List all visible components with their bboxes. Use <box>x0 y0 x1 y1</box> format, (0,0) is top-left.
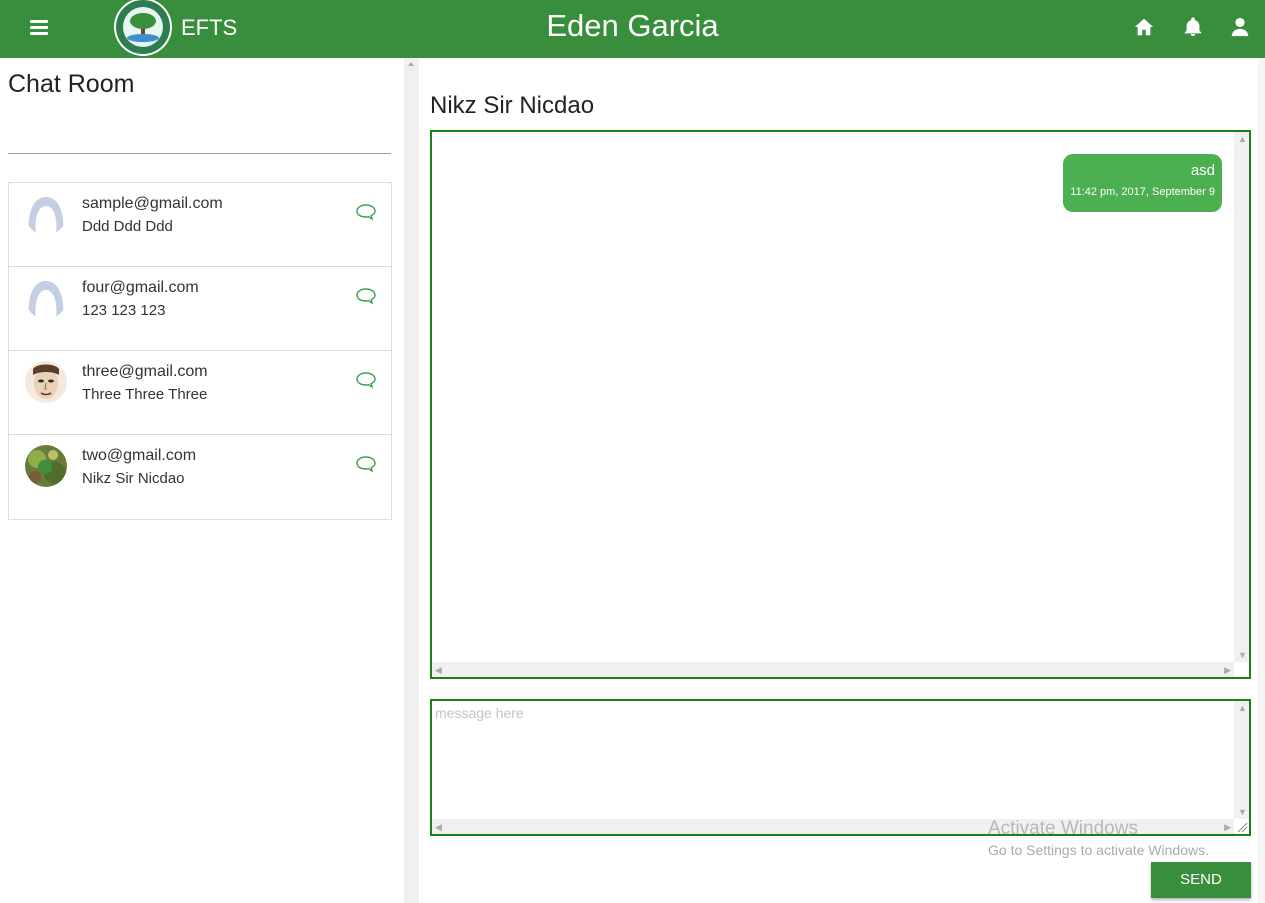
vertical-scrollbar[interactable]: ▲ ▼ <box>1234 701 1249 819</box>
horizontal-scrollbar[interactable]: ◀ ▶ <box>432 662 1234 677</box>
message-bubble: asd 11:42 pm, 2017, September 9 <box>1063 154 1222 212</box>
message-text: asd <box>1190 162 1215 179</box>
contact-email: two@gmail.com <box>82 447 197 464</box>
conversation-title: Nikz Sir Nicdao <box>430 92 595 119</box>
contact-email: four@gmail.com <box>82 279 199 296</box>
avatar <box>25 193 67 235</box>
contact-item[interactable]: two@gmail.com Nikz Sir Nicdao <box>9 435 391 519</box>
avatar <box>25 445 67 487</box>
contact-email: sample@gmail.com <box>82 195 223 212</box>
conversation-panel: Nikz Sir Nicdao asd 11:42 pm, 2017, Sept… <box>419 58 1265 903</box>
chat-room-title: Chat Room <box>8 70 135 98</box>
top-app-bar: EFTS Eden Garcia <box>0 0 1265 58</box>
contact-name: 123 123 123 <box>82 302 166 319</box>
page-scrollbar[interactable] <box>1258 58 1265 903</box>
home-icon[interactable] <box>1133 16 1155 38</box>
chat-bubble-icon[interactable] <box>356 287 376 305</box>
avatar <box>25 361 67 403</box>
send-button[interactable]: SEND <box>1151 862 1251 898</box>
windows-activation-watermark: Activate Windows Go to Settings to activ… <box>988 818 1209 858</box>
contact-item[interactable]: four@gmail.com 123 123 123 <box>9 267 391 351</box>
contact-item[interactable]: three@gmail.com Three Three Three <box>9 351 391 435</box>
contact-item[interactable]: sample@gmail.com Ddd Ddd Ddd <box>9 183 391 267</box>
contact-name: Three Three Three <box>82 386 208 403</box>
chat-bubble-icon[interactable] <box>356 203 376 221</box>
avatar <box>25 277 67 319</box>
panel-scrollbar[interactable] <box>404 58 419 903</box>
resize-handle-icon[interactable] <box>1234 819 1249 834</box>
message-list: asd 11:42 pm, 2017, September 9 ▲ ▼ ◀ ▶ <box>430 130 1251 679</box>
message-input[interactable] <box>432 701 1234 819</box>
contact-list: sample@gmail.com Ddd Ddd Ddd four@gmail.… <box>8 182 392 520</box>
vertical-scrollbar[interactable]: ▲ ▼ <box>1234 132 1249 662</box>
message-composer: ▲ ▼ ◀ ▶ <box>430 699 1251 836</box>
chat-bubble-icon[interactable] <box>356 455 376 473</box>
watermark-title: Activate Windows <box>988 818 1138 839</box>
contact-name: Ddd Ddd Ddd <box>82 218 173 235</box>
message-timestamp: 11:42 pm, 2017, September 9 <box>1070 186 1215 198</box>
divider <box>8 153 391 154</box>
contact-email: three@gmail.com <box>82 363 208 380</box>
bell-icon[interactable] <box>1182 16 1204 38</box>
page-title: Eden Garcia <box>546 8 719 43</box>
contact-name: Nikz Sir Nicdao <box>82 470 185 487</box>
user-icon[interactable] <box>1229 16 1251 38</box>
chat-bubble-icon[interactable] <box>356 371 376 389</box>
watermark-subtitle: Go to Settings to activate Windows. <box>988 842 1209 858</box>
chat-room-panel: Chat Room sample@gmail.com Ddd Ddd Ddd f… <box>0 58 404 903</box>
